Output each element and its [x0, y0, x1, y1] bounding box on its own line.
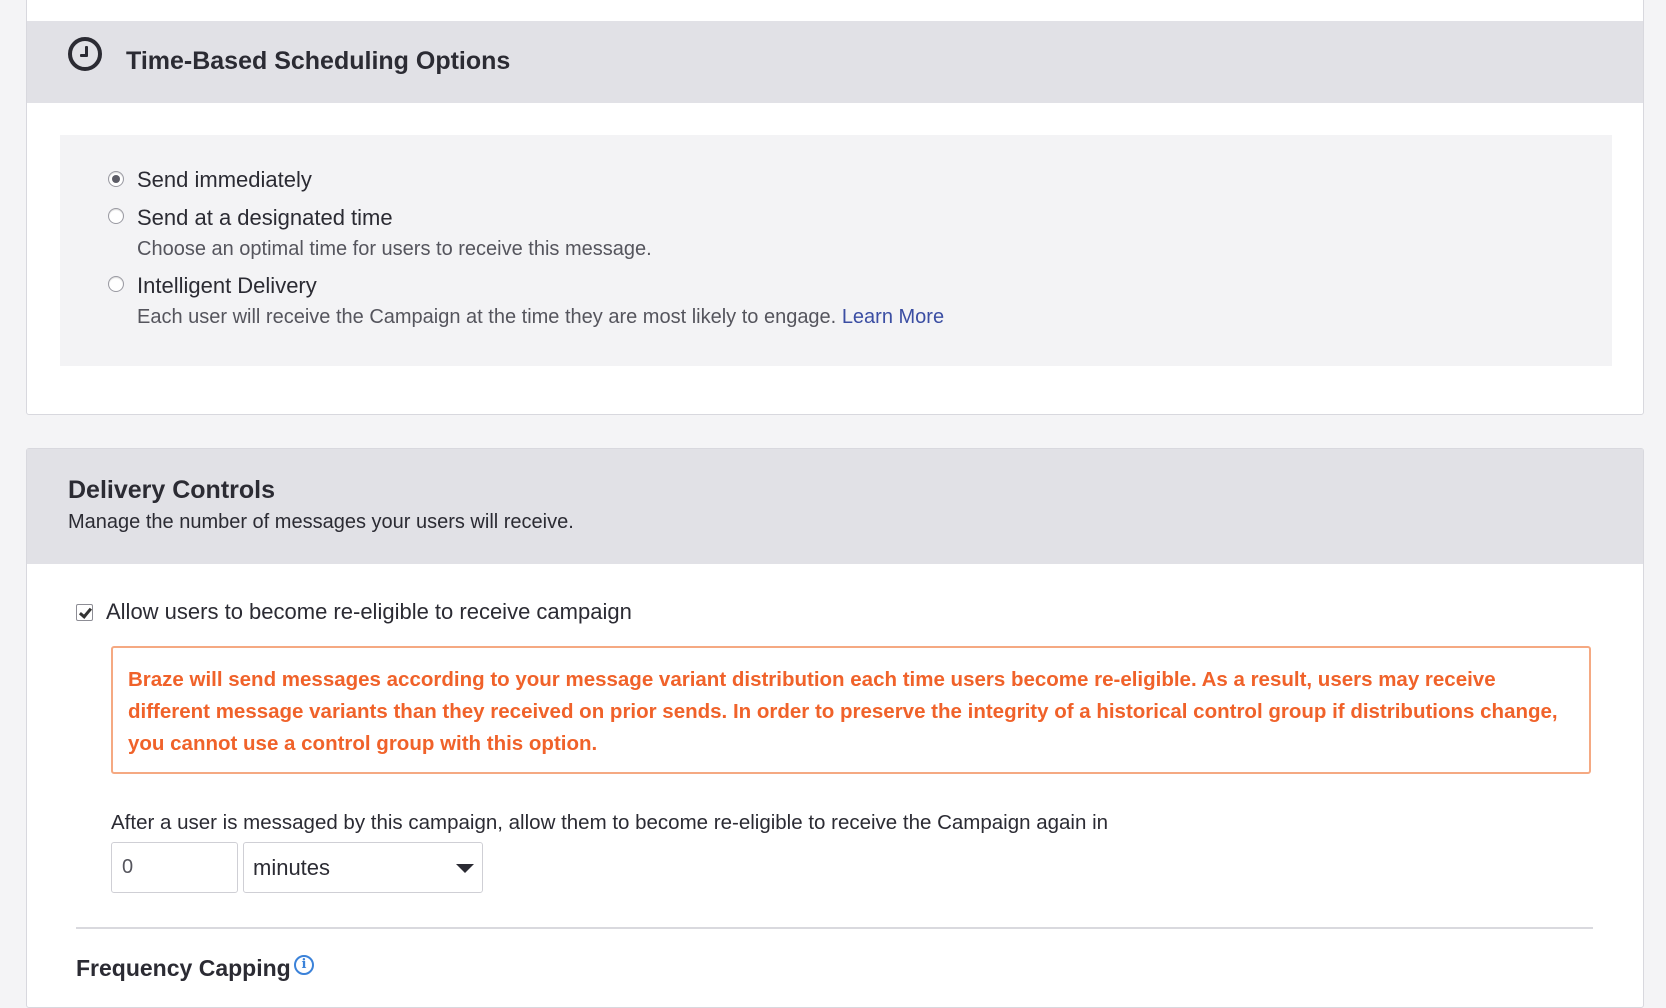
option-label-send-immediately[interactable]: Send immediately [137, 167, 312, 193]
reeligibility-interval-text: After a user is messaged by this campaig… [111, 811, 1109, 834]
interval-value-input[interactable] [111, 842, 238, 893]
option-label-send-designated-time[interactable]: Send at a designated time [137, 205, 393, 231]
radio-intelligent-delivery[interactable] [108, 276, 124, 292]
info-icon[interactable]: i [294, 955, 314, 975]
scheduling-header: Time-Based Scheduling Options [27, 21, 1643, 103]
radio-send-immediately[interactable] [108, 171, 124, 187]
option-label-intelligent-delivery[interactable]: Intelligent Delivery [137, 273, 317, 299]
scheduling-options: Send immediately Send at a designated ti… [60, 135, 1612, 366]
clock-icon [68, 37, 102, 71]
interval-unit-select[interactable]: minutes [243, 842, 483, 893]
scheduling-title: Time-Based Scheduling Options [126, 47, 511, 75]
scheduling-panel: Time-Based Scheduling Options Send immed… [26, 0, 1644, 415]
learn-more-link[interactable]: Learn More [842, 306, 944, 328]
delivery-controls-title: Delivery Controls [68, 476, 276, 504]
delivery-controls-panel: Delivery Controls Manage the number of m… [26, 448, 1644, 1008]
radio-send-designated-time[interactable] [108, 208, 124, 224]
delivery-controls-subtitle: Manage the number of messages your users… [68, 511, 574, 533]
interval-unit-value: minutes [253, 855, 331, 880]
option-desc-intelligent-delivery: Each user will receive the Campaign at t… [137, 306, 944, 329]
chevron-down-icon [456, 864, 474, 873]
option-desc-send-designated-time: Choose an optimal time for users to rece… [137, 238, 652, 260]
intelligent-delivery-desc-text: Each user will receive the Campaign at t… [137, 306, 837, 328]
reeligible-checkbox[interactable] [76, 604, 93, 621]
delivery-controls-header: Delivery Controls Manage the number of m… [27, 449, 1643, 564]
section-divider [76, 927, 1593, 929]
reeligible-label[interactable]: Allow users to become re-eligible to rec… [106, 599, 632, 625]
reeligibility-warning: Braze will send messages according to yo… [111, 646, 1591, 774]
frequency-capping-title: Frequency Capping [76, 955, 291, 981]
